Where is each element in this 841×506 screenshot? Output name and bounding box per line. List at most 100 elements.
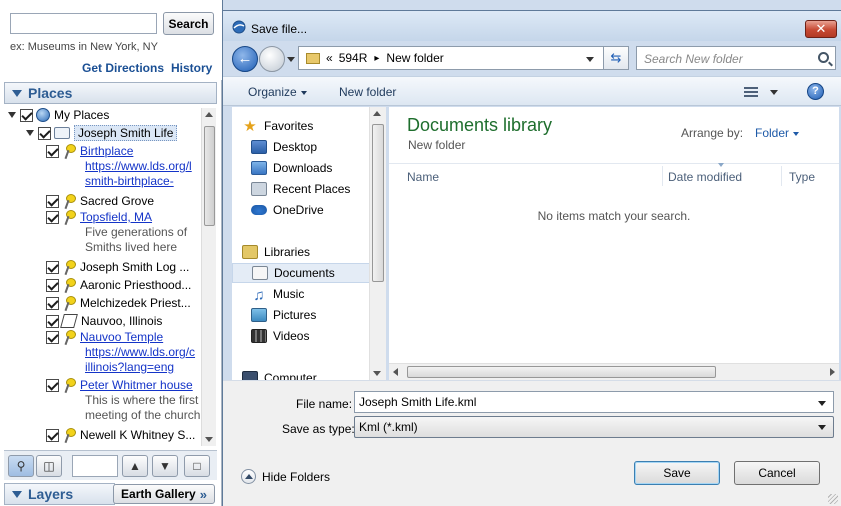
- scrollbar-thumb[interactable]: [372, 124, 384, 282]
- tree-link-row[interactable]: smith-birthplace-: [85, 172, 174, 190]
- column-divider[interactable]: [662, 166, 663, 186]
- search-icon[interactable]: [818, 52, 829, 63]
- refresh-button[interactable]: ⇆: [603, 46, 629, 70]
- scroll-down-arrow-icon[interactable]: [373, 371, 381, 376]
- scroll-left-arrow-icon[interactable]: [393, 368, 398, 376]
- chevron-down-icon[interactable]: [818, 401, 826, 406]
- search-input[interactable]: [10, 13, 157, 34]
- tree-link[interactable]: Nauvoo Temple: [80, 330, 163, 344]
- nav-videos[interactable]: Videos: [232, 326, 372, 346]
- checkbox[interactable]: [20, 108, 33, 122]
- tree-link[interactable]: smith-birthplace-: [85, 174, 174, 188]
- column-header-date-modified[interactable]: Date modified: [668, 170, 742, 184]
- file-name-label: File name:: [296, 397, 353, 411]
- nav-music[interactable]: ♫ Music: [232, 284, 372, 304]
- nav-onedrive[interactable]: OneDrive: [232, 200, 372, 220]
- earth-gallery-button[interactable]: Earth Gallery »: [113, 484, 215, 504]
- navigation-scrollbar[interactable]: [369, 107, 386, 380]
- get-directions-link[interactable]: Get Directions: [82, 61, 164, 75]
- checkbox[interactable]: [46, 296, 59, 310]
- resize-grip[interactable]: [828, 494, 838, 504]
- tree-link-row[interactable]: illinois?lang=eng: [85, 358, 174, 376]
- tree-link[interactable]: Peter Whitmer house: [80, 378, 193, 392]
- checkbox[interactable]: [46, 314, 59, 328]
- nav-recent-places[interactable]: Recent Places: [232, 179, 372, 199]
- cancel-button[interactable]: Cancel: [734, 461, 820, 485]
- expand-arrow-icon[interactable]: [26, 130, 34, 136]
- close-button[interactable]: ✕: [805, 20, 837, 38]
- history-link[interactable]: History: [171, 61, 212, 75]
- change-view-button[interactable]: [744, 85, 784, 101]
- file-name-value: Joseph Smith Life.kml: [359, 395, 477, 409]
- save-as-type-select[interactable]: Kml (*.kml): [354, 416, 834, 438]
- checkbox[interactable]: [46, 278, 59, 292]
- layers-panel-header[interactable]: Layers: [4, 483, 115, 505]
- column-header-name[interactable]: Name: [407, 170, 439, 184]
- checkbox[interactable]: [46, 330, 59, 344]
- scroll-down-arrow-icon[interactable]: [205, 437, 213, 442]
- nav-desktop[interactable]: Desktop: [232, 137, 372, 157]
- tree-link[interactable]: https://www.lds.org/l: [85, 159, 192, 173]
- places-filter-input[interactable]: [72, 455, 118, 477]
- scrollbar-thumb[interactable]: [204, 126, 215, 226]
- tree-row[interactable]: Joseph Smith Log ...: [46, 258, 189, 276]
- address-dropdown-icon[interactable]: [586, 57, 594, 62]
- file-name-input[interactable]: Joseph Smith Life.kml: [354, 391, 834, 413]
- tree-row-my-places[interactable]: My Places: [8, 106, 109, 124]
- column-divider[interactable]: [781, 166, 782, 186]
- places-panel-header[interactable]: Places: [4, 82, 217, 104]
- checkbox[interactable]: [46, 194, 59, 208]
- nav-favorites[interactable]: ★ Favorites: [232, 116, 372, 136]
- breadcrumb-separator-icon[interactable]: ▸: [374, 53, 379, 64]
- address-overflow[interactable]: «: [326, 51, 333, 65]
- nav-computer[interactable]: Computer: [232, 368, 372, 380]
- checkbox[interactable]: [46, 210, 59, 224]
- scroll-right-arrow-icon[interactable]: [830, 368, 835, 376]
- nav-libraries[interactable]: Libraries: [232, 242, 372, 262]
- horizontal-scrollbar[interactable]: [389, 363, 839, 380]
- checkbox[interactable]: [46, 260, 59, 274]
- hide-folders-toggle[interactable]: Hide Folders: [241, 469, 330, 484]
- tree-row[interactable]: Aaronic Priesthood...: [46, 276, 191, 294]
- add-folder-button[interactable]: □: [184, 455, 210, 477]
- nav-downloads[interactable]: Downloads: [232, 158, 372, 178]
- tree-link[interactable]: illinois?lang=eng: [85, 360, 174, 374]
- scroll-up-arrow-icon[interactable]: [205, 112, 213, 117]
- tree-row[interactable]: Newell K Whitney S...: [46, 426, 195, 444]
- search-button[interactable]: Search: [163, 12, 214, 35]
- tree-scrollbar[interactable]: [201, 108, 216, 446]
- arrange-by-dropdown[interactable]: Folder: [755, 126, 800, 140]
- recent-locations-dropdown-icon[interactable]: [287, 57, 295, 62]
- panel-toggle-button[interactable]: ◫: [36, 455, 62, 477]
- checkbox[interactable]: [46, 144, 59, 158]
- breadcrumb-594r[interactable]: 594R: [339, 51, 368, 65]
- checkbox[interactable]: [38, 126, 51, 140]
- tree-row-folder[interactable]: Joseph Smith Life: [26, 124, 178, 142]
- scrollbar-thumb[interactable]: [407, 366, 716, 378]
- breadcrumb-new-folder[interactable]: New folder: [386, 51, 443, 65]
- help-button[interactable]: ?: [807, 83, 824, 100]
- checkbox[interactable]: [46, 378, 59, 392]
- tree-row[interactable]: Melchizedek Priest...: [46, 294, 191, 312]
- new-folder-button[interactable]: New folder: [339, 85, 396, 99]
- tree-link[interactable]: Topsfield, MA: [80, 210, 152, 224]
- forward-button[interactable]: [259, 46, 285, 72]
- back-button[interactable]: ←: [232, 46, 258, 72]
- address-bar[interactable]: « 594R ▸ New folder: [298, 46, 629, 70]
- expand-arrow-icon[interactable]: [8, 112, 16, 118]
- column-header-type[interactable]: Type: [789, 170, 815, 184]
- organize-button[interactable]: Organize: [248, 85, 307, 99]
- tree-link[interactable]: Birthplace: [80, 144, 133, 158]
- nav-pictures[interactable]: Pictures: [232, 305, 372, 325]
- scroll-up-arrow-icon[interactable]: [373, 111, 381, 116]
- dialog-title-bar[interactable]: Save file... ✕: [223, 11, 841, 41]
- tree-link[interactable]: https://www.lds.org/c: [85, 345, 195, 359]
- move-down-button[interactable]: ▼: [152, 455, 178, 477]
- folder-search-input[interactable]: Search New folder: [636, 46, 836, 70]
- places-toolbar: ⚲ ◫ ▲ ▼ □: [4, 450, 217, 480]
- move-up-button[interactable]: ▲: [122, 455, 148, 477]
- save-button[interactable]: Save: [634, 461, 720, 485]
- nav-documents[interactable]: Documents: [232, 263, 372, 283]
- checkbox[interactable]: [46, 428, 59, 442]
- search-places-button[interactable]: ⚲: [8, 455, 34, 477]
